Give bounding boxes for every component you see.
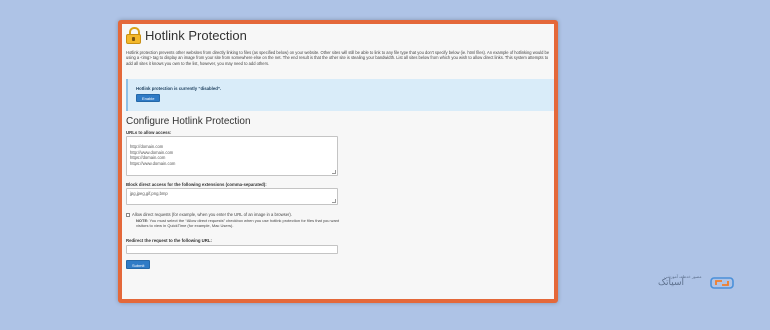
resize-handle-icon[interactable]: [332, 170, 336, 174]
extensions-textarea[interactable]: jpg,jpeg,gif,png,bmp: [126, 188, 338, 205]
logo-wordmark: آسیاتک: [658, 278, 685, 288]
status-alert: Hotlink protection is currently “disable…: [126, 79, 554, 111]
page-description: Hotlink protection prevents other websit…: [126, 50, 550, 66]
resize-handle-icon[interactable]: [332, 199, 336, 203]
lock-icon: [126, 27, 141, 44]
hotlink-protection-panel: Hotlink Protection Hotlink protection pr…: [122, 24, 554, 299]
page-title: Hotlink Protection: [145, 28, 247, 43]
title-row: Hotlink Protection: [126, 27, 247, 44]
asiatech-logo-icon: [710, 277, 734, 289]
urls-textarea[interactable]: http://domain.com http://www.domain.com …: [126, 136, 338, 176]
allow-direct-checkbox[interactable]: [126, 213, 130, 217]
allow-direct-note: NOTE: You must select the “Allow direct …: [136, 218, 346, 228]
redirect-url-input[interactable]: [126, 245, 338, 254]
enable-button[interactable]: Enable: [136, 94, 161, 102]
note-text: You must select the “Allow direct reques…: [136, 218, 339, 229]
section-title: Configure Hotlink Protection: [126, 116, 251, 127]
extensions-textarea-value: jpg,jpeg,gif,png,bmp: [130, 191, 168, 196]
status-text: Hotlink protection is currently “disable…: [136, 86, 222, 91]
screenshot-frame: Hotlink Protection Hotlink protection pr…: [118, 20, 558, 303]
submit-button[interactable]: Submit: [126, 260, 151, 269]
allow-direct-label: Allow direct requests (for example, when…: [132, 212, 292, 217]
extensions-label: Block direct access for the following ex…: [126, 182, 267, 187]
urls-textarea-value: http://domain.com http://www.domain.com …: [130, 144, 176, 166]
urls-label: URLs to allow access:: [126, 130, 172, 135]
redirect-label: Redirect the request to the following UR…: [126, 238, 212, 243]
